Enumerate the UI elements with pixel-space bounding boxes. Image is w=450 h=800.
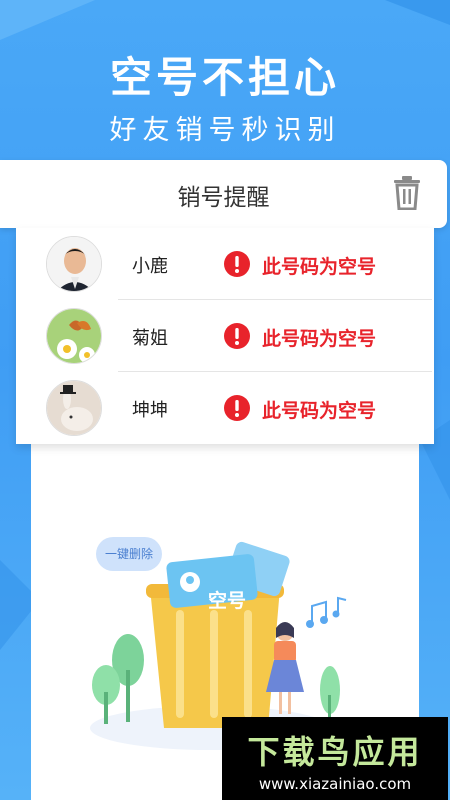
watermark: 下载鸟应用 www.xiazainiao.com [222, 717, 448, 800]
status-text: 此号码为空号 [262, 328, 377, 350]
status-text: 此号码为空号 [262, 400, 377, 422]
trash-icon[interactable] [392, 176, 422, 211]
list-item[interactable]: 小鹿 此号码为空号 [16, 228, 434, 300]
hero-title: 空号不担心 [109, 53, 340, 102]
watermark-title: 下载鸟应用 [247, 733, 423, 771]
alert-icon [224, 395, 250, 421]
alert-icon [224, 323, 250, 349]
header-title: 销号提醒 [177, 185, 270, 211]
contact-name: 菊姐 [132, 328, 168, 349]
avatar [46, 236, 102, 292]
status-text: 此号码为空号 [262, 256, 377, 278]
avatar [46, 380, 102, 436]
contact-list: 小鹿 此号码为空号 菊姐 此号码为空号 坤坤 此号码为空号 [16, 228, 434, 444]
avatar [46, 308, 102, 364]
header-bar: 销号提醒 [0, 160, 447, 228]
one-click-delete-bubble: 一键删除 [96, 537, 162, 571]
contact-name: 小鹿 [132, 256, 168, 277]
empty-number-card-label: 空号 [208, 590, 247, 612]
list-item[interactable]: 坤坤 此号码为空号 [16, 372, 434, 444]
hero-subtitle: 好友销号秒识别 [109, 115, 341, 146]
contact-name: 坤坤 [132, 400, 168, 421]
watermark-url: www.xiazainiao.com [258, 775, 412, 793]
list-item[interactable]: 菊姐 此号码为空号 [16, 300, 434, 372]
alert-icon [224, 251, 250, 277]
